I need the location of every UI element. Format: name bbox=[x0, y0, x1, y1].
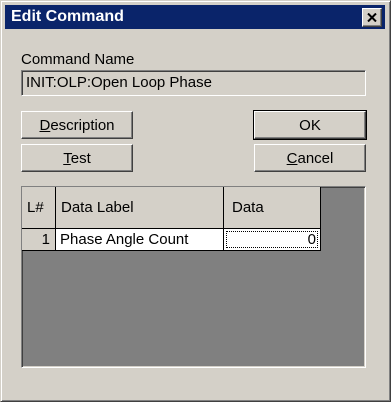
column-header-line-number[interactable]: L# bbox=[22, 187, 56, 229]
description-button[interactable]: Description bbox=[21, 111, 133, 139]
cancel-button[interactable]: Cancel bbox=[254, 144, 366, 172]
description-button-label: Description bbox=[39, 116, 115, 134]
command-name-label: Command Name bbox=[21, 51, 135, 68]
edit-command-dialog: Edit Command Command Name INIT:OLP:Open … bbox=[0, 0, 391, 402]
data-grid[interactable]: L# Data Label Data 1 Phase Angle Count 0 bbox=[21, 186, 366, 368]
close-button[interactable] bbox=[362, 8, 382, 27]
close-icon bbox=[367, 13, 377, 22]
test-button-label: Test bbox=[63, 149, 91, 167]
row-data-label[interactable]: Phase Angle Count bbox=[56, 229, 224, 251]
command-name-field[interactable]: INIT:OLP:Open Loop Phase bbox=[21, 70, 366, 96]
command-name-value: INIT:OLP:Open Loop Phase bbox=[26, 74, 212, 91]
cancel-button-label: Cancel bbox=[286, 149, 334, 167]
ok-button[interactable]: OK bbox=[253, 110, 367, 140]
ok-button-label: OK bbox=[299, 116, 321, 134]
focus-rectangle bbox=[226, 231, 318, 248]
column-header-data[interactable]: Data bbox=[224, 187, 321, 229]
test-button[interactable]: Test bbox=[21, 144, 133, 172]
row-data-value[interactable]: 0 bbox=[224, 229, 321, 251]
window-title: Edit Command bbox=[11, 8, 124, 25]
title-bar[interactable]: Edit Command bbox=[5, 5, 385, 29]
row-number[interactable]: 1 bbox=[22, 229, 56, 251]
column-header-data-label[interactable]: Data Label bbox=[56, 187, 224, 229]
